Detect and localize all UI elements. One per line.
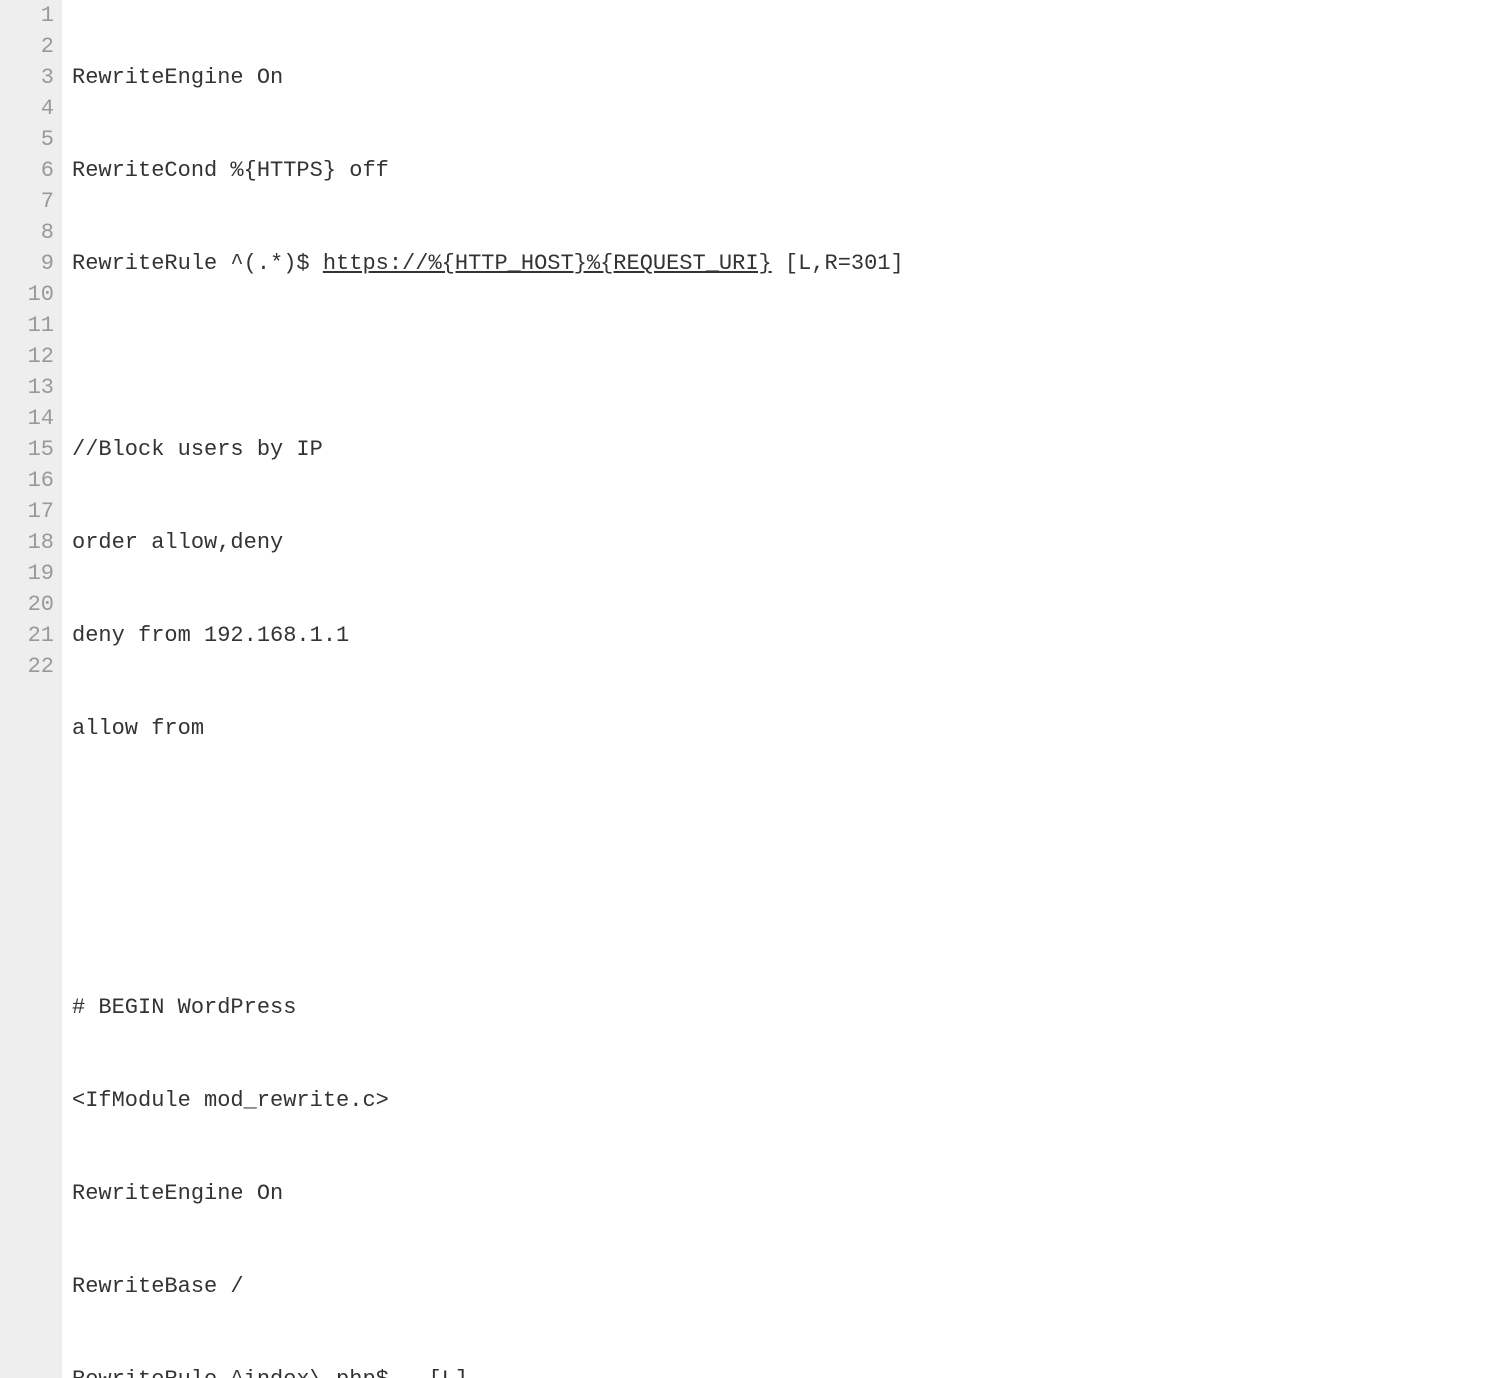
code-line: allow from — [72, 713, 1500, 744]
code-url: https://%{HTTP_HOST}%{REQUEST_URI} — [323, 251, 772, 276]
code-line: RewriteEngine On — [72, 1178, 1500, 1209]
code-line: RewriteRule ^(.*)$ https://%{HTTP_HOST}%… — [72, 248, 1500, 279]
code-line: RewriteBase / — [72, 1271, 1500, 1302]
line-number: 18 — [8, 527, 54, 558]
line-number: 10 — [8, 279, 54, 310]
line-number: 9 — [8, 248, 54, 279]
line-number: 2 — [8, 31, 54, 62]
code-line: //Block users by IP — [72, 434, 1500, 465]
line-number: 20 — [8, 589, 54, 620]
line-number: 19 — [8, 558, 54, 589]
line-number: 7 — [8, 186, 54, 217]
line-number: 4 — [8, 93, 54, 124]
line-number: 6 — [8, 155, 54, 186]
code-line: order allow,deny — [72, 527, 1500, 558]
line-number: 17 — [8, 496, 54, 527]
line-number: 8 — [8, 217, 54, 248]
code-line: # BEGIN WordPress — [72, 992, 1500, 1023]
line-number: 12 — [8, 341, 54, 372]
code-line — [72, 806, 1500, 837]
line-number: 14 — [8, 403, 54, 434]
code-line — [72, 341, 1500, 372]
code-line — [72, 899, 1500, 930]
code-block: 1 2 3 4 5 6 7 8 9 10 11 12 13 14 15 16 1… — [0, 0, 1500, 1378]
line-number: 16 — [8, 465, 54, 496]
line-number: 5 — [8, 124, 54, 155]
line-number: 3 — [8, 62, 54, 93]
code-line: RewriteRule ^index\.php$ - [L] — [72, 1364, 1500, 1378]
code-line: deny from 192.168.1.1 — [72, 620, 1500, 651]
code-content[interactable]: RewriteEngine On RewriteCond %{HTTPS} of… — [62, 0, 1500, 1378]
line-number: 21 — [8, 620, 54, 651]
line-number: 1 — [8, 0, 54, 31]
line-number: 22 — [8, 651, 54, 682]
code-line: RewriteEngine On — [72, 62, 1500, 93]
line-number-gutter: 1 2 3 4 5 6 7 8 9 10 11 12 13 14 15 16 1… — [0, 0, 62, 1378]
code-line: <IfModule mod_rewrite.c> — [72, 1085, 1500, 1116]
code-text: [L,R=301] — [772, 251, 904, 276]
line-number: 13 — [8, 372, 54, 403]
line-number: 11 — [8, 310, 54, 341]
code-text: RewriteRule ^(.*)$ — [72, 251, 323, 276]
line-number: 15 — [8, 434, 54, 465]
code-line: RewriteCond %{HTTPS} off — [72, 155, 1500, 186]
